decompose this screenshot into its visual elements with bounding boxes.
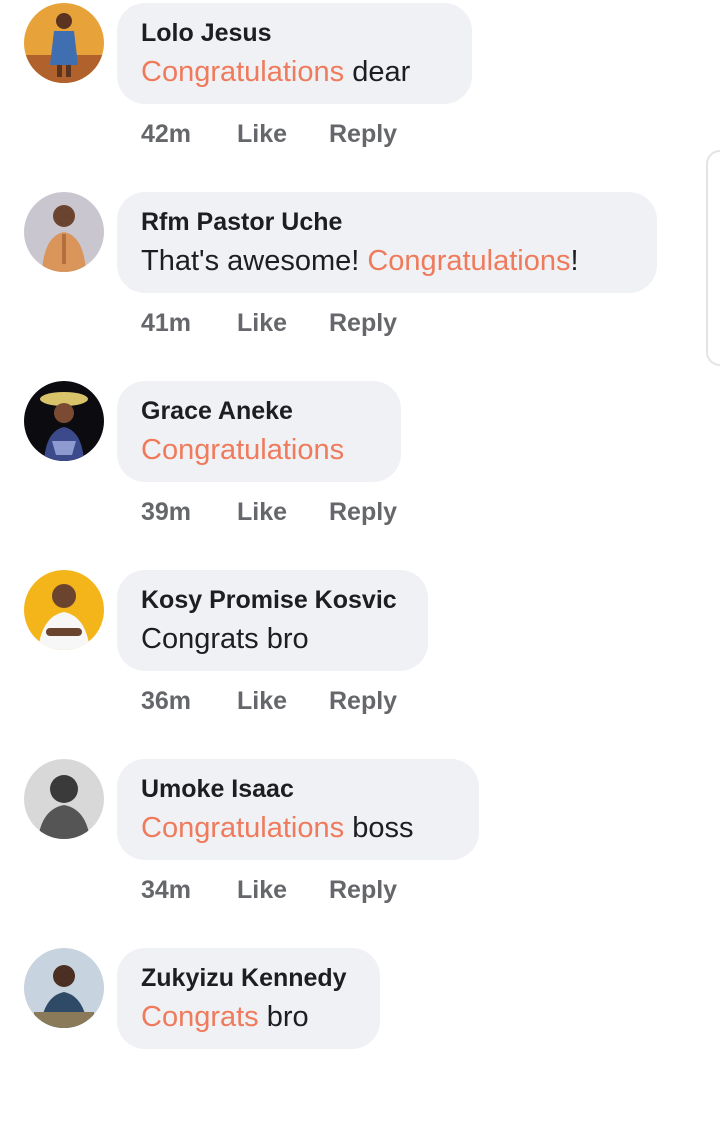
reply-button[interactable]: Reply: [329, 492, 397, 532]
comment-text-rest: bro: [258, 1001, 309, 1033]
like-button[interactable]: Like: [237, 870, 287, 910]
avatar-photo-icon: [24, 3, 104, 83]
comment-text-highlight[interactable]: Congrats: [141, 1001, 259, 1033]
like-button[interactable]: Like: [237, 492, 287, 532]
comment-timestamp: 41m: [141, 309, 192, 337]
comment-text-rest: !: [570, 245, 579, 277]
comment-timestamp: 36m: [141, 687, 192, 715]
comment-text-rest: dear: [344, 56, 411, 88]
comment-author[interactable]: Rfm Pastor Uche: [141, 206, 633, 238]
comment-item: Kosy Promise Kosvic Congrats bro 36m Lik…: [0, 567, 720, 756]
comment-bubble: Grace Aneke Congratulations: [117, 381, 401, 482]
comment-bubble: Zukyizu Kennedy Congrats bro: [117, 948, 380, 1049]
comment-text-prefix: Congrats bro: [141, 623, 309, 655]
reply-button[interactable]: Reply: [329, 303, 397, 343]
reply-button[interactable]: Reply: [329, 114, 397, 154]
avatar[interactable]: [24, 759, 104, 839]
comment-text-rest: boss: [344, 812, 414, 844]
comment-text: Congrats bro: [141, 620, 404, 658]
avatar-photo-icon: [24, 948, 104, 1028]
comment-timestamp: 34m: [141, 876, 192, 904]
avatar-photo-icon: [24, 759, 104, 839]
avatar-photo-icon: [24, 570, 104, 650]
comment-bubble: Kosy Promise Kosvic Congrats bro: [117, 570, 428, 671]
comment-item: Grace Aneke Congratulations 39m Like Rep…: [0, 378, 720, 567]
like-button[interactable]: Like: [237, 114, 287, 154]
avatar[interactable]: [24, 948, 104, 1028]
side-panel-edge[interactable]: [706, 150, 720, 366]
comment-bubble: Umoke Isaac Congratulations boss: [117, 759, 479, 860]
comment-text-highlight[interactable]: Congratulations: [141, 56, 344, 88]
comment-text: Congratulations boss: [141, 809, 455, 847]
comment-bubble: Lolo Jesus Congratulations dear: [117, 3, 472, 104]
comment-text-highlight[interactable]: Congratulations: [141, 434, 344, 466]
avatar[interactable]: [24, 381, 104, 461]
reply-button[interactable]: Reply: [329, 870, 397, 910]
comment-item: Lolo Jesus Congratulations dear 42m Like…: [0, 0, 720, 189]
avatar[interactable]: [24, 192, 104, 272]
comment-text: Congratulations: [141, 431, 377, 469]
comment-author[interactable]: Zukyizu Kennedy: [141, 962, 356, 994]
comment-author[interactable]: Lolo Jesus: [141, 17, 448, 49]
like-button[interactable]: Like: [237, 681, 287, 721]
comment-item: Zukyizu Kennedy Congrats bro: [0, 945, 720, 1134]
comment-bubble: Rfm Pastor Uche That's awesome! Congratu…: [117, 192, 657, 293]
comment-text: That's awesome! Congratulations!: [141, 242, 633, 280]
comment-item: Umoke Isaac Congratulations boss 34m Lik…: [0, 756, 720, 945]
like-button[interactable]: Like: [237, 303, 287, 343]
comment-text: Congratulations dear: [141, 53, 448, 91]
comment-author[interactable]: Kosy Promise Kosvic: [141, 584, 404, 616]
comment-item: Rfm Pastor Uche That's awesome! Congratu…: [0, 189, 720, 378]
avatar[interactable]: [24, 570, 104, 650]
comment-author[interactable]: Grace Aneke: [141, 395, 377, 427]
avatar[interactable]: [24, 3, 104, 83]
reply-button[interactable]: Reply: [329, 681, 397, 721]
comment-timestamp: 42m: [141, 120, 192, 148]
comment-timestamp: 39m: [141, 498, 192, 526]
comment-author[interactable]: Umoke Isaac: [141, 773, 455, 805]
avatar-photo-icon: [24, 381, 104, 461]
comment-text: Congrats bro: [141, 998, 356, 1036]
comment-text-highlight[interactable]: Congratulations: [141, 812, 344, 844]
comment-text-prefix: That's awesome!: [141, 245, 368, 277]
comment-text-highlight[interactable]: Congratulations: [367, 245, 570, 277]
avatar-photo-icon: [24, 192, 104, 272]
